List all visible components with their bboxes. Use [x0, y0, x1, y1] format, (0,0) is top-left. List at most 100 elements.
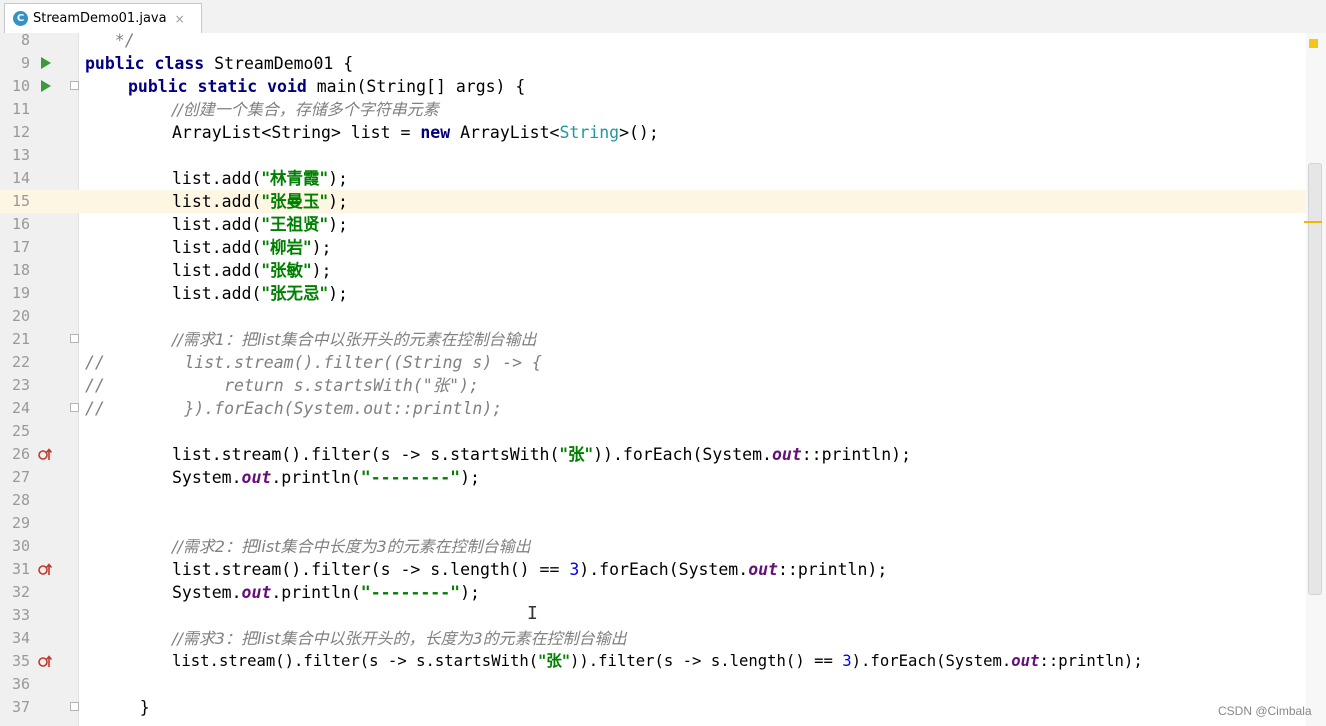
code-comment: // list.stream().filter((String s) -> {	[85, 353, 542, 372]
line-number: 9	[20, 54, 30, 72]
run-icon[interactable]	[41, 57, 51, 69]
code-line[interactable]: 26 list.stream().filter(s -> s.startsWit…	[0, 443, 1326, 466]
code-text: list.add("张敏");	[172, 261, 332, 280]
line-number: 8	[20, 31, 30, 49]
code-line[interactable]: 34 //需求3：把list集合中以张开头的，长度为3的元素在控制台输出	[0, 627, 1326, 650]
code-line[interactable]: 35 list.stream().filter(s -> s.startsWit…	[0, 650, 1326, 673]
code-comment: //需求3：把list集合中以张开头的，长度为3的元素在控制台输出	[172, 629, 627, 648]
code-text: list.stream().filter(s -> s.startsWith("…	[172, 445, 912, 464]
line-number: 22	[11, 353, 30, 371]
line-number: 36	[11, 675, 30, 693]
code-comment: // return s.startsWith("张");	[85, 376, 479, 395]
line-number: 21	[11, 330, 30, 348]
scrollbar-thumb[interactable]	[1308, 163, 1322, 595]
code-line[interactable]: 27 System.out.println("--------");	[0, 466, 1326, 489]
line-number: 20	[11, 307, 30, 325]
line-number: 19	[11, 284, 30, 302]
line-number: 18	[11, 261, 30, 279]
line-number: 26	[11, 445, 30, 463]
line-number: 25	[11, 422, 30, 440]
line-number: 14	[11, 169, 30, 187]
code-text: list.stream().filter(s -> s.length() == …	[172, 560, 888, 579]
line-number: 34	[11, 629, 30, 647]
line-number: 35	[11, 652, 30, 670]
code-text: System.out.println("--------");	[172, 468, 480, 487]
code-text: list.add("柳岩");	[172, 238, 332, 257]
line-number: 27	[11, 468, 30, 486]
code-line[interactable]: 19 list.add("张无忌");	[0, 282, 1326, 305]
line-number: 33	[11, 606, 30, 624]
line-number: 11	[11, 100, 30, 118]
line-number: 10	[11, 77, 30, 95]
code-line[interactable]: 18 list.add("张敏");	[0, 259, 1326, 282]
line-number: 23	[11, 376, 30, 394]
code-line[interactable]: 11 //创建一个集合，存储多个字符串元素	[0, 98, 1326, 121]
code-line[interactable]: 32 System.out.println("--------");	[0, 581, 1326, 604]
code-line[interactable]: 28	[0, 489, 1326, 512]
code-text: }	[100, 698, 150, 717]
fold-icon[interactable]	[70, 403, 79, 412]
line-number: 24	[11, 399, 30, 417]
line-number: 32	[11, 583, 30, 601]
code-comment: //需求2：把list集合中长度为3的元素在控制台输出	[172, 537, 531, 556]
code-line[interactable]: 37 }	[0, 696, 1326, 719]
code-line[interactable]: 14 list.add("林青霞");	[0, 167, 1326, 190]
warning-marker-icon[interactable]	[1309, 39, 1318, 48]
code-text: list.add("张曼玉");	[172, 192, 348, 211]
fold-icon[interactable]	[70, 702, 79, 711]
fold-icon[interactable]	[70, 81, 79, 90]
code-line[interactable]: 23 // return s.startsWith("张");	[0, 374, 1326, 397]
code-line[interactable]: 20	[0, 305, 1326, 328]
code-comment: // }).forEach(System.out::println);	[85, 399, 503, 418]
code-text: list.add("王祖贤");	[172, 215, 348, 234]
watermark: CSDN @Cimbala	[1218, 704, 1312, 718]
code-line[interactable]: 30 //需求2：把list集合中长度为3的元素在控制台输出	[0, 535, 1326, 558]
code-comment: //创建一个集合，存储多个字符串元素	[172, 100, 439, 119]
line-number: 15	[11, 192, 30, 210]
override-marker-icon[interactable]	[38, 654, 52, 668]
code-text: list.add("张无忌");	[172, 284, 348, 303]
fold-icon[interactable]	[70, 334, 79, 343]
code-line[interactable]: 31 list.stream().filter(s -> s.length() …	[0, 558, 1326, 581]
code-line[interactable]: 22 // list.stream().filter((String s) ->…	[0, 351, 1326, 374]
code-line[interactable]: 33	[0, 604, 1326, 627]
java-class-icon: C	[13, 11, 28, 26]
code-text: */	[85, 31, 135, 50]
code-editor[interactable]: 8 */ 9 public class StreamDemo01 { 10 pu…	[0, 31, 1326, 726]
line-number: 30	[11, 537, 30, 555]
line-number: 12	[11, 123, 30, 141]
line-number: 29	[11, 514, 30, 532]
code-line[interactable]: 21 //需求1：把list集合中以张开头的元素在控制台输出	[0, 328, 1326, 351]
code-line[interactable]: 36	[0, 673, 1326, 696]
code-text: ArrayList<String> list = new ArrayList<S…	[172, 123, 659, 142]
code-line[interactable]: 8 */	[0, 29, 1326, 52]
code-line[interactable]: 12 ArrayList<String> list = new ArrayLis…	[0, 121, 1326, 144]
code-text: public static void main(String[] args) {	[128, 77, 526, 96]
code-text: list.stream().filter(s -> s.startsWith("…	[172, 652, 1143, 670]
code-text: System.out.println("--------");	[172, 583, 480, 602]
line-number: 28	[11, 491, 30, 509]
code-line[interactable]: 10 public static void main(String[] args…	[0, 75, 1326, 98]
run-icon[interactable]	[41, 80, 51, 92]
code-line[interactable]: 13	[0, 144, 1326, 167]
override-marker-icon[interactable]	[38, 562, 52, 576]
override-marker-icon[interactable]	[38, 447, 52, 461]
line-number: 37	[11, 698, 30, 716]
code-text: list.add("林青霞");	[172, 169, 348, 188]
code-line[interactable]: 9 public class StreamDemo01 {	[0, 52, 1326, 75]
code-line[interactable]: 16 list.add("王祖贤");	[0, 213, 1326, 236]
code-line[interactable]: 29	[0, 512, 1326, 535]
code-comment: //需求1：把list集合中以张开头的元素在控制台输出	[172, 330, 537, 349]
code-text: public class StreamDemo01 {	[85, 54, 354, 73]
code-line[interactable]: 17 list.add("柳岩");	[0, 236, 1326, 259]
caret-line-marker	[1304, 221, 1322, 223]
line-number: 31	[11, 560, 30, 578]
code-line-current[interactable]: 15 list.add("张曼玉");	[0, 190, 1326, 213]
line-number: 16	[11, 215, 30, 233]
close-icon[interactable]: ×	[175, 12, 185, 26]
code-line[interactable]: 25	[0, 420, 1326, 443]
tab-label: StreamDemo01.java	[33, 11, 167, 26]
text-cursor-icon: I	[527, 603, 538, 624]
code-line[interactable]: 24 // }).forEach(System.out::println);	[0, 397, 1326, 420]
line-number: 17	[11, 238, 30, 256]
